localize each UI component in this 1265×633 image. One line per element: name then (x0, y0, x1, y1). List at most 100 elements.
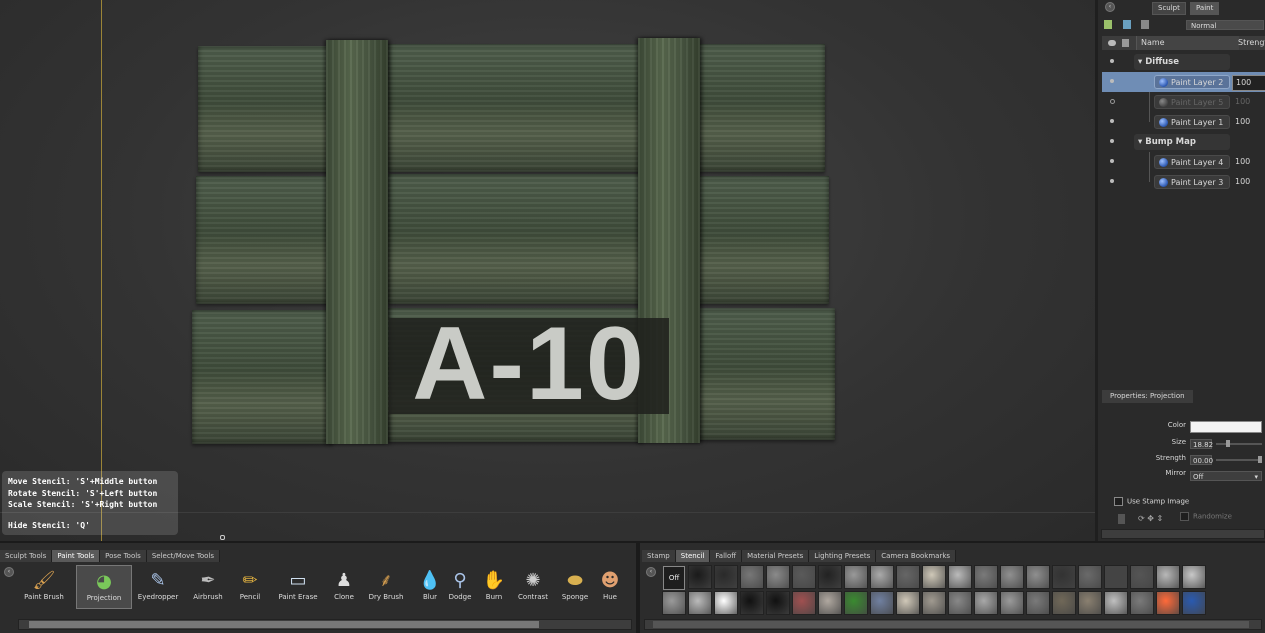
visibility-eye-icon[interactable] (1110, 139, 1114, 143)
stencil-thumbnail[interactable] (870, 591, 894, 615)
tools-collapse-icon[interactable]: ‹ (4, 567, 14, 577)
layer-strength-field[interactable]: 100 (1232, 155, 1265, 169)
tab-sculpt-tools[interactable]: Sculpt Tools (0, 550, 53, 562)
tab-stamp[interactable]: Stamp (642, 550, 676, 562)
stencil-thumbnail[interactable] (740, 591, 764, 615)
stencil-thumbnail[interactable] (1052, 565, 1076, 589)
stencil-thumbnail[interactable] (1182, 591, 1206, 615)
column-strength[interactable]: Strength (1235, 36, 1265, 50)
stencil-thumbnail[interactable] (1000, 591, 1024, 615)
stencil-thumbnail[interactable] (844, 591, 868, 615)
tool-projection[interactable]: ◕ Projection (76, 565, 132, 609)
stencil-thumbnail[interactable] (1156, 591, 1180, 615)
blend-mode-select[interactable]: Normal (1186, 20, 1264, 30)
stencil-thumbnail[interactable] (818, 591, 842, 615)
use-stamp-image-option[interactable]: Use Stamp Image (1114, 497, 1189, 506)
tab-select-move-tools[interactable]: Select/Move Tools (146, 550, 221, 562)
stencil-thumbnail[interactable] (922, 565, 946, 589)
visibility-eye-icon[interactable] (1110, 79, 1114, 83)
stencil-thumbnail[interactable] (1104, 565, 1128, 589)
layer-name-chip[interactable]: Paint Layer 1 (1154, 115, 1230, 129)
tab-camera-bookmarks[interactable]: Camera Bookmarks (876, 550, 957, 562)
checkbox[interactable] (1114, 497, 1123, 506)
layer-strength-field[interactable]: 100 (1232, 75, 1265, 91)
stencil-thumbnail[interactable] (1078, 565, 1102, 589)
stencil-thumbnail[interactable] (896, 565, 920, 589)
tool-hue[interactable]: ☻ Hue (586, 565, 634, 609)
size-slider-handle[interactable] (1226, 440, 1230, 447)
stencil-thumbnail[interactable] (1130, 591, 1154, 615)
column-name[interactable]: Name (1136, 36, 1239, 50)
layer-group-row[interactable]: ▾ Bump Map (1102, 132, 1265, 152)
tab-lighting-presets[interactable]: Lighting Presets (809, 550, 877, 562)
visibility-eye-icon[interactable] (1110, 119, 1114, 123)
stencil-thumbnail[interactable] (1000, 565, 1024, 589)
stencil-thumbnail[interactable] (1052, 591, 1076, 615)
layer-row[interactable]: Paint Layer 5 100 (1102, 92, 1265, 112)
tab-stencil[interactable]: Stencil (675, 550, 711, 562)
layer-row[interactable]: Paint Layer 2 100 (1102, 72, 1265, 92)
layer-name-chip[interactable]: Paint Layer 3 (1154, 175, 1230, 189)
strength-slider-handle[interactable] (1258, 456, 1262, 463)
visibility-eye-icon[interactable] (1110, 59, 1114, 63)
tray-collapse-icon[interactable]: ‹ (646, 567, 656, 577)
stamp-transform-icons[interactable]: ⟳ ✥ ⇕ (1138, 514, 1163, 523)
layer-row[interactable]: Paint Layer 1 100 (1102, 112, 1265, 132)
visibility-eye-icon[interactable] (1110, 179, 1114, 183)
strength-field[interactable]: 00.00 (1190, 455, 1213, 465)
layer-name-chip[interactable]: Paint Layer 4 (1154, 155, 1230, 169)
stencil-thumbnail[interactable] (766, 591, 790, 615)
stencil-thumbnail[interactable] (844, 565, 868, 589)
stencil-thumbnail[interactable] (922, 591, 946, 615)
randomize-option[interactable]: Randomize (1180, 512, 1232, 521)
tab-paint[interactable]: Paint (1190, 2, 1220, 15)
tray-divider[interactable] (636, 543, 640, 633)
stencil-thumbnail[interactable] (1078, 591, 1102, 615)
stencil-thumbnail[interactable] (662, 591, 686, 615)
stencil-thumbnail[interactable] (870, 565, 894, 589)
stencil-thumbnail[interactable] (948, 565, 972, 589)
layer-strength-field[interactable]: 100 (1232, 175, 1265, 189)
stencil-thumbnail[interactable] (1026, 565, 1050, 589)
stencil-thumbnail[interactable] (792, 591, 816, 615)
tool-paint-brush[interactable]: 🖌 Paint Brush (20, 565, 68, 609)
stencil-thumbnail[interactable] (714, 591, 738, 615)
stencil-thumbnail[interactable] (974, 565, 998, 589)
stencil-scrollbar-thumb[interactable] (653, 621, 1249, 628)
tools-scrollbar-thumb[interactable] (29, 621, 539, 628)
layer-group-icon[interactable] (1122, 20, 1131, 29)
layer-row[interactable]: Paint Layer 4 100 (1102, 152, 1265, 172)
tab-paint-tools[interactable]: Paint Tools (52, 550, 101, 562)
stencil-thumbnail[interactable] (714, 565, 738, 589)
stencil-thumbnail[interactable] (792, 565, 816, 589)
tool-pencil[interactable]: ✏ Pencil (226, 565, 274, 609)
tab-material-presets[interactable]: Material Presets (742, 550, 810, 562)
stencil-thumbnail[interactable] (1026, 591, 1050, 615)
layer-strength-field[interactable]: 100 (1232, 95, 1265, 109)
tool-paint-erase[interactable]: ▭ Paint Erase (274, 565, 322, 609)
stencil-thumbnail[interactable] (1156, 565, 1180, 589)
tab-sculpt[interactable]: Sculpt (1152, 2, 1186, 15)
stencil-thumbnail[interactable] (740, 565, 764, 589)
strength-slider[interactable] (1216, 459, 1262, 461)
3d-viewport[interactable]: A-10 Move Stencil: 'S'+Middle button Rot… (0, 0, 1095, 541)
delete-layer-icon[interactable] (1141, 20, 1150, 29)
stencil-thumbnail[interactable] (818, 565, 842, 589)
stencil-thumbnail[interactable] (1104, 591, 1128, 615)
layer-name-chip[interactable]: Paint Layer 5 (1154, 95, 1230, 109)
stamp-rotate-icon[interactable] (1118, 514, 1125, 524)
layer-group-row[interactable]: ▾ Diffuse (1102, 52, 1265, 72)
stencil-thumbnail[interactable] (1130, 565, 1154, 589)
tool-eyedropper[interactable]: ✎ Eyedropper (134, 565, 182, 609)
checkbox[interactable] (1180, 512, 1189, 521)
color-swatch[interactable] (1190, 421, 1262, 433)
size-field[interactable]: 18.82 (1190, 439, 1213, 449)
tab-properties-projection[interactable]: Properties: Projection (1102, 390, 1193, 403)
size-slider[interactable] (1216, 443, 1262, 445)
new-layer-icon[interactable] (1104, 20, 1112, 29)
tab-pose-tools[interactable]: Pose Tools (100, 550, 147, 562)
stencil-thumbnail[interactable] (974, 591, 998, 615)
layer-strength-field[interactable]: 100 (1232, 115, 1265, 129)
stencil-thumbnail[interactable] (1182, 565, 1206, 589)
layer-name-chip[interactable]: Paint Layer 2 (1154, 75, 1230, 89)
